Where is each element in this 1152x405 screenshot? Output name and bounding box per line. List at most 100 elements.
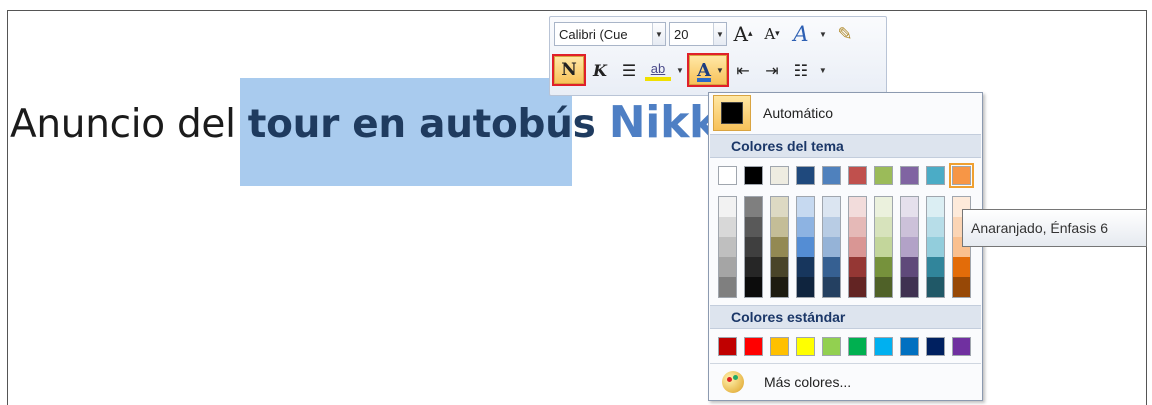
- theme-shade-swatch[interactable]: [875, 237, 892, 257]
- theme-shade-column: [874, 196, 893, 298]
- font-color-button[interactable]: A ▼: [687, 53, 729, 87]
- more-colors-option[interactable]: Más colores...: [710, 363, 981, 399]
- theme-shade-swatch[interactable]: [823, 217, 840, 237]
- theme-shade-swatch[interactable]: [875, 257, 892, 277]
- theme-shade-swatch[interactable]: [745, 257, 762, 277]
- standard-color-swatch[interactable]: [874, 337, 893, 356]
- theme-shade-swatch[interactable]: [719, 217, 736, 237]
- document-heading[interactable]: Anuncio del tour en autobús Nikk: [10, 96, 718, 156]
- bullets-icon[interactable]: ☷: [788, 57, 814, 83]
- theme-shade-swatch[interactable]: [901, 237, 918, 257]
- text-effects-icon[interactable]: A: [788, 21, 814, 47]
- standard-color-swatch[interactable]: [848, 337, 867, 356]
- theme-shade-swatch[interactable]: [901, 277, 918, 297]
- highlight-color-icon[interactable]: ab: [645, 59, 671, 81]
- theme-shade-swatch[interactable]: [823, 277, 840, 297]
- theme-shade-swatch[interactable]: [927, 217, 944, 237]
- theme-shade-swatch[interactable]: [745, 197, 762, 217]
- theme-shade-swatch[interactable]: [797, 197, 814, 217]
- theme-shade-swatch[interactable]: [849, 257, 866, 277]
- shrink-font-button[interactable]: A ▾: [759, 21, 785, 47]
- theme-color-swatch[interactable]: [926, 166, 945, 185]
- increase-indent-icon[interactable]: ⇥: [759, 57, 785, 83]
- theme-shade-swatch[interactable]: [953, 277, 970, 297]
- align-center-icon[interactable]: ☰: [616, 57, 642, 83]
- font-size-combo[interactable]: 20 ▼: [669, 22, 727, 46]
- standard-color-swatch[interactable]: [796, 337, 815, 356]
- theme-shade-swatch[interactable]: [927, 277, 944, 297]
- theme-shade-swatch[interactable]: [719, 257, 736, 277]
- theme-color-swatch[interactable]: [848, 166, 867, 185]
- theme-color-swatch[interactable]: [822, 166, 841, 185]
- theme-shade-swatch[interactable]: [797, 217, 814, 237]
- more-colors-label: Más colores...: [764, 373, 852, 390]
- theme-shade-swatch[interactable]: [823, 237, 840, 257]
- theme-shade-swatch[interactable]: [797, 257, 814, 277]
- automatic-color-swatch: [721, 102, 743, 124]
- theme-shade-swatch[interactable]: [875, 197, 892, 217]
- theme-shade-swatch[interactable]: [823, 197, 840, 217]
- font-name-value: Calibri (Cue: [559, 26, 628, 42]
- standard-colors-header: Colores estándar: [710, 305, 981, 329]
- theme-color-swatch[interactable]: [874, 166, 893, 185]
- theme-shade-swatch[interactable]: [901, 197, 918, 217]
- italic-button[interactable]: K: [587, 57, 613, 83]
- standard-color-swatch[interactable]: [900, 337, 919, 356]
- theme-shade-swatch[interactable]: [745, 217, 762, 237]
- standard-color-swatch[interactable]: [822, 337, 841, 356]
- decrease-indent-icon[interactable]: ⇤: [730, 57, 756, 83]
- bold-button[interactable]: N: [552, 54, 586, 86]
- chevron-down-icon[interactable]: ▼: [817, 57, 829, 83]
- theme-shade-swatch[interactable]: [849, 217, 866, 237]
- theme-color-swatch[interactable]: [770, 166, 789, 185]
- theme-color-swatch[interactable]: [900, 166, 919, 185]
- standard-color-swatch[interactable]: [952, 337, 971, 356]
- chevron-down-icon[interactable]: ▼: [674, 57, 686, 83]
- grow-font-button[interactable]: A ▴: [730, 21, 756, 47]
- theme-shade-swatch[interactable]: [771, 277, 788, 297]
- automatic-label: Automático: [763, 105, 834, 121]
- standard-color-swatch[interactable]: [718, 337, 737, 356]
- theme-shade-swatch[interactable]: [771, 237, 788, 257]
- theme-color-swatch[interactable]: [744, 166, 763, 185]
- chevron-down-icon[interactable]: ▼: [652, 23, 665, 45]
- theme-shade-swatch[interactable]: [771, 257, 788, 277]
- palette-icon: [722, 370, 744, 393]
- theme-shade-swatch[interactable]: [797, 237, 814, 257]
- theme-color-swatch[interactable]: [949, 163, 974, 188]
- theme-shade-swatch[interactable]: [771, 197, 788, 217]
- chevron-down-icon[interactable]: ▼: [817, 21, 829, 47]
- font-name-combo[interactable]: Calibri (Cue ▼: [554, 22, 666, 46]
- heading-plain-text: Anuncio del: [10, 102, 248, 147]
- theme-shade-swatch[interactable]: [719, 277, 736, 297]
- theme-shade-swatch[interactable]: [927, 237, 944, 257]
- theme-shade-swatch[interactable]: [901, 257, 918, 277]
- theme-shade-swatch[interactable]: [901, 217, 918, 237]
- theme-shade-swatch[interactable]: [849, 277, 866, 297]
- chevron-down-icon[interactable]: ▼: [716, 66, 724, 75]
- theme-shade-swatch[interactable]: [745, 237, 762, 257]
- standard-color-swatch[interactable]: [744, 337, 763, 356]
- standard-color-swatch[interactable]: [770, 337, 789, 356]
- automatic-color-option[interactable]: Automático: [710, 94, 981, 132]
- theme-shade-swatch[interactable]: [927, 257, 944, 277]
- theme-shade-swatch[interactable]: [719, 197, 736, 217]
- theme-shade-swatch[interactable]: [719, 237, 736, 257]
- theme-shade-swatch[interactable]: [745, 277, 762, 297]
- theme-shade-swatch[interactable]: [797, 277, 814, 297]
- theme-shade-column: [926, 196, 945, 298]
- theme-shade-swatch[interactable]: [849, 197, 866, 217]
- theme-shade-swatch[interactable]: [849, 237, 866, 257]
- chevron-down-icon[interactable]: ▼: [713, 23, 726, 45]
- theme-shade-swatch[interactable]: [875, 277, 892, 297]
- format-painter-icon[interactable]: ✎: [832, 21, 858, 47]
- theme-color-swatch[interactable]: [718, 166, 737, 185]
- theme-shade-swatch[interactable]: [953, 257, 970, 277]
- mini-toolbar-row-1: Calibri (Cue ▼ 20 ▼ A ▴ A ▾ A ▼ ✎: [554, 21, 858, 47]
- theme-shade-swatch[interactable]: [771, 217, 788, 237]
- theme-color-swatch[interactable]: [796, 166, 815, 185]
- theme-shade-swatch[interactable]: [927, 197, 944, 217]
- theme-shade-swatch[interactable]: [875, 217, 892, 237]
- standard-color-swatch[interactable]: [926, 337, 945, 356]
- theme-shade-swatch[interactable]: [823, 257, 840, 277]
